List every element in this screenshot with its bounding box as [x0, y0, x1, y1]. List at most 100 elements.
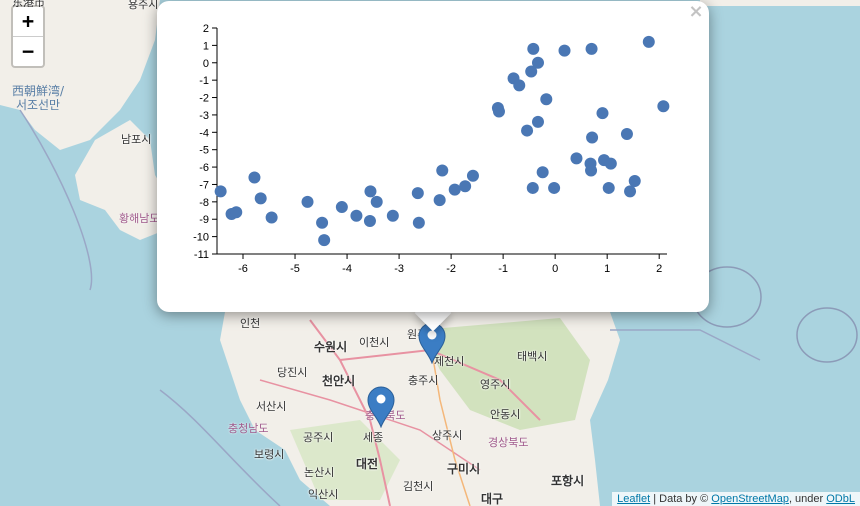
x-tick-label: -1: [498, 263, 508, 275]
x-tick-label: -4: [342, 263, 352, 275]
y-tick-label: -4: [199, 127, 209, 139]
scatter-point: [558, 44, 571, 57]
city-label: 대구: [481, 492, 504, 506]
scatter-point: [536, 166, 549, 179]
scatter-point: [596, 107, 609, 120]
scatter-point: [586, 131, 599, 144]
city-label: 대전: [356, 457, 379, 471]
city-label: 포항시: [551, 474, 585, 488]
city-label: 김천시: [403, 480, 434, 493]
y-tick-label: -8: [199, 197, 209, 209]
city-label: 태백시: [517, 350, 548, 363]
y-tick-label: -3: [199, 110, 209, 122]
osm-link[interactable]: OpenStreetMap: [711, 493, 789, 505]
city-label: 천안시: [322, 374, 356, 388]
y-tick-label: 2: [203, 23, 209, 35]
zoom-control: + −: [11, 5, 45, 68]
scatter-point: [230, 206, 243, 219]
city-label: 용주시: [128, 0, 159, 11]
scatter-point: [386, 209, 399, 222]
sea-label-west-korea-bay: 西朝鮮湾/ 서조선만: [12, 84, 65, 112]
city-label: 수원시: [314, 340, 348, 354]
y-tick-label: -5: [199, 145, 209, 157]
scatter-point: [350, 209, 363, 222]
scatter-point: [513, 79, 526, 92]
odbl-link[interactable]: ODbL: [826, 493, 855, 505]
scatter-point: [602, 181, 615, 194]
scatter-point: [521, 124, 534, 137]
y-tick-label: -9: [199, 214, 209, 226]
region-label: 충청남도: [228, 422, 269, 435]
leaflet-link[interactable]: Leaflet: [617, 493, 650, 505]
attribution: Leaflet | Data by © OpenStreetMap, under…: [612, 492, 860, 506]
x-tick-label: -3: [394, 263, 404, 275]
close-icon[interactable]: ×: [687, 3, 705, 21]
x-tick-label: -5: [290, 263, 300, 275]
city-label: 안동시: [490, 408, 521, 421]
y-tick-label: -1: [199, 75, 209, 87]
scatter-point: [433, 194, 446, 207]
scatter-point: [585, 164, 598, 177]
scatter-point: [412, 216, 425, 229]
scatter-point: [459, 180, 472, 193]
city-label: 충주시: [408, 374, 439, 387]
attribution-text: , under: [788, 493, 827, 505]
scatter-point: [657, 100, 670, 113]
city-label: 논산시: [304, 466, 335, 479]
region-label: 경상북도: [488, 436, 529, 449]
city-label: 상주시: [432, 429, 463, 442]
scatter-point: [318, 234, 331, 247]
y-tick-label: 0: [203, 58, 209, 70]
city-label: 남포시: [121, 133, 152, 146]
y-tick-label: -2: [199, 93, 209, 105]
city-label: 서산시: [256, 400, 287, 413]
scatter-point: [492, 105, 505, 118]
y-tick-label: 1: [203, 40, 209, 52]
zoom-in-button[interactable]: +: [13, 7, 43, 36]
city-label: 인천: [240, 317, 261, 330]
scatter-point: [254, 192, 267, 205]
scatter-chart: 210-1-2-3-4-5-6-7-8-9-10-11-6 -5 -4 -3 -2 -1 0…: [193, 23, 670, 275]
attribution-text: | Data by ©: [650, 493, 712, 505]
city-label: 구미시: [447, 462, 481, 476]
scatter-point: [364, 185, 377, 198]
scatter-point: [214, 185, 227, 198]
x-tick-label: 2: [656, 263, 662, 275]
scatter-point: [526, 181, 539, 194]
scatter-point: [370, 195, 383, 208]
scatter-point: [265, 211, 278, 224]
scatter-point: [301, 195, 314, 208]
scatter-point: [628, 174, 641, 187]
scatter-point: [363, 214, 376, 227]
scatter-point: [585, 42, 598, 55]
scatter-point: [548, 181, 561, 194]
scatter-point: [531, 56, 544, 69]
city-label: 영주시: [480, 378, 511, 391]
x-tick-label: -6: [238, 263, 248, 275]
city-label: 이천시: [359, 336, 390, 349]
scatter-point: [448, 183, 461, 196]
scatter-point: [604, 157, 617, 170]
scatter-point: [335, 201, 348, 214]
x-tick-label: 0: [552, 263, 558, 275]
city-label: 공주시: [303, 431, 334, 444]
city-label: 익산시: [308, 488, 339, 501]
x-tick-label: 1: [604, 263, 610, 275]
scatter-point: [624, 185, 637, 198]
scatter-point: [527, 42, 540, 55]
scatter-point: [411, 187, 424, 200]
city-label: 세종: [363, 431, 384, 444]
region-label: 황해남도: [119, 212, 160, 225]
scatter-point: [466, 169, 479, 182]
scatter-point: [642, 35, 655, 48]
scatter-point: [248, 171, 261, 184]
y-tick-label: -7: [199, 179, 209, 191]
scatter-point: [436, 164, 449, 177]
scatter-point: [540, 93, 553, 106]
scatter-point: [620, 128, 633, 141]
y-tick-label: -10: [193, 232, 209, 244]
zoom-out-button[interactable]: −: [13, 36, 43, 66]
x-tick-label: -2: [446, 263, 456, 275]
city-label: 당진시: [277, 366, 308, 379]
map-marker-icon[interactable]: [367, 386, 395, 429]
